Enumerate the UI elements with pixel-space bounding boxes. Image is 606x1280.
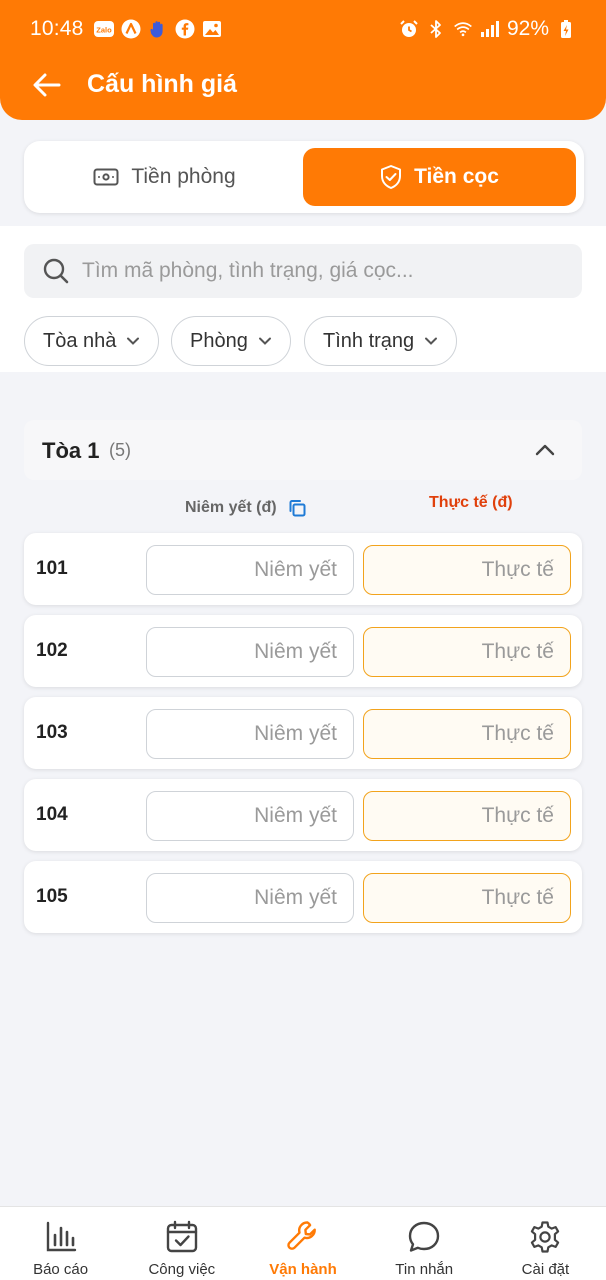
nav-reports[interactable]: Báo cáo	[0, 1207, 121, 1280]
room-row: 104	[24, 779, 582, 851]
chevron-down-icon	[127, 337, 140, 345]
chevron-down-icon	[425, 337, 438, 345]
signal-icon	[480, 19, 500, 39]
actual-price-input[interactable]	[363, 791, 571, 841]
column-header-actual: Thực tế (đ)	[429, 494, 513, 511]
column-header-listed-label: Niêm yết (đ)	[185, 499, 277, 516]
title-bar: Cấu hình giá	[0, 58, 606, 110]
nav-messages-label: Tin nhắn	[395, 1261, 454, 1278]
tab-deposit-label: Tiền cọc	[414, 165, 499, 188]
listed-price-input[interactable]	[146, 709, 354, 759]
listed-price-input[interactable]	[146, 873, 354, 923]
chat-bubble-icon	[406, 1219, 442, 1255]
listed-price-input[interactable]	[146, 791, 354, 841]
a-app-icon	[121, 19, 141, 39]
listed-price-input[interactable]	[146, 627, 354, 677]
room-price-list: 101 102 103 104 105	[24, 533, 582, 943]
search-box	[24, 244, 582, 298]
room-number: 103	[36, 722, 68, 743]
filter-building[interactable]: Tòa nhà	[24, 316, 160, 366]
column-header-listed: Niêm yết (đ)	[185, 498, 307, 518]
app-header: 10:48 Zalo 92% Cấu hình giá	[0, 0, 606, 120]
back-button[interactable]	[30, 70, 64, 100]
room-number: 101	[36, 558, 68, 579]
building-group-header[interactable]: Tòa 1 (5)	[24, 420, 582, 480]
room-row: 101	[24, 533, 582, 605]
tab-room-fee-label: Tiền phòng	[131, 165, 236, 188]
status-bar: 10:48 Zalo 92%	[0, 0, 606, 58]
cash-icon	[93, 168, 119, 186]
actual-price-input[interactable]	[363, 627, 571, 677]
group-title: Tòa 1	[42, 438, 100, 463]
nav-operations-label: Vận hành	[269, 1261, 337, 1278]
facebook-icon	[175, 19, 195, 39]
tab-room-fee[interactable]: Tiền phòng	[28, 148, 301, 206]
status-time: 10:48	[30, 17, 84, 40]
price-type-segment: Tiền phòng Tiền cọc	[24, 141, 584, 213]
notification-icons: Zalo	[93, 19, 222, 39]
collapse-button[interactable]	[532, 438, 558, 462]
gear-icon	[527, 1219, 563, 1255]
actual-price-input[interactable]	[363, 545, 571, 595]
bar-chart-icon	[43, 1219, 79, 1255]
gallery-icon	[202, 19, 222, 39]
tab-deposit[interactable]: Tiền cọc	[303, 148, 576, 206]
room-number: 102	[36, 640, 68, 661]
calendar-check-icon	[164, 1219, 200, 1255]
nav-settings[interactable]: Cài đặt	[485, 1207, 606, 1280]
chevron-down-icon	[258, 337, 271, 345]
page-title: Cấu hình giá	[87, 70, 237, 98]
hand-icon	[148, 19, 168, 39]
filter-room-label: Phòng	[190, 329, 248, 352]
search-input[interactable]	[82, 244, 572, 298]
bottom-nav: Báo cáo Công việc Vận hành Tin nhắn Cài …	[0, 1206, 606, 1280]
filter-status[interactable]: Tình trạng	[304, 316, 458, 366]
nav-operations[interactable]: Vận hành	[242, 1207, 363, 1280]
svg-text:Zalo: Zalo	[96, 26, 112, 35]
battery-charging-icon	[556, 19, 576, 39]
chevron-up-icon	[535, 444, 555, 456]
room-row: 105	[24, 861, 582, 933]
copy-icon[interactable]	[287, 498, 307, 518]
search-icon	[43, 258, 69, 284]
bluetooth-icon	[426, 19, 446, 39]
nav-tasks-label: Công việc	[148, 1261, 216, 1278]
filter-building-label: Tòa nhà	[43, 329, 117, 352]
filter-room[interactable]: Phòng	[171, 316, 291, 366]
nav-tasks[interactable]: Công việc	[121, 1207, 242, 1280]
arrow-left-icon	[33, 73, 61, 97]
status-left: 10:48 Zalo	[30, 17, 222, 41]
nav-settings-label: Cài đặt	[521, 1261, 570, 1278]
room-number: 105	[36, 886, 68, 907]
nav-messages[interactable]: Tin nhắn	[364, 1207, 485, 1280]
actual-price-input[interactable]	[363, 873, 571, 923]
wifi-icon	[453, 19, 473, 39]
room-number: 104	[36, 804, 68, 825]
shield-check-icon	[381, 165, 402, 189]
status-right: 92%	[399, 17, 576, 41]
wrench-icon	[285, 1219, 321, 1255]
battery-percent: 92%	[506, 17, 549, 40]
actual-price-input[interactable]	[363, 709, 571, 759]
group-count: (5)	[109, 440, 131, 460]
nav-reports-label: Báo cáo	[33, 1261, 89, 1278]
filter-status-label: Tình trạng	[323, 329, 415, 352]
alarm-icon	[399, 19, 419, 39]
zalo-icon: Zalo	[93, 19, 114, 39]
listed-price-input[interactable]	[146, 545, 354, 595]
filter-panel: Tòa nhà Phòng Tình trạng	[0, 226, 606, 372]
room-row: 103	[24, 697, 582, 769]
room-row: 102	[24, 615, 582, 687]
